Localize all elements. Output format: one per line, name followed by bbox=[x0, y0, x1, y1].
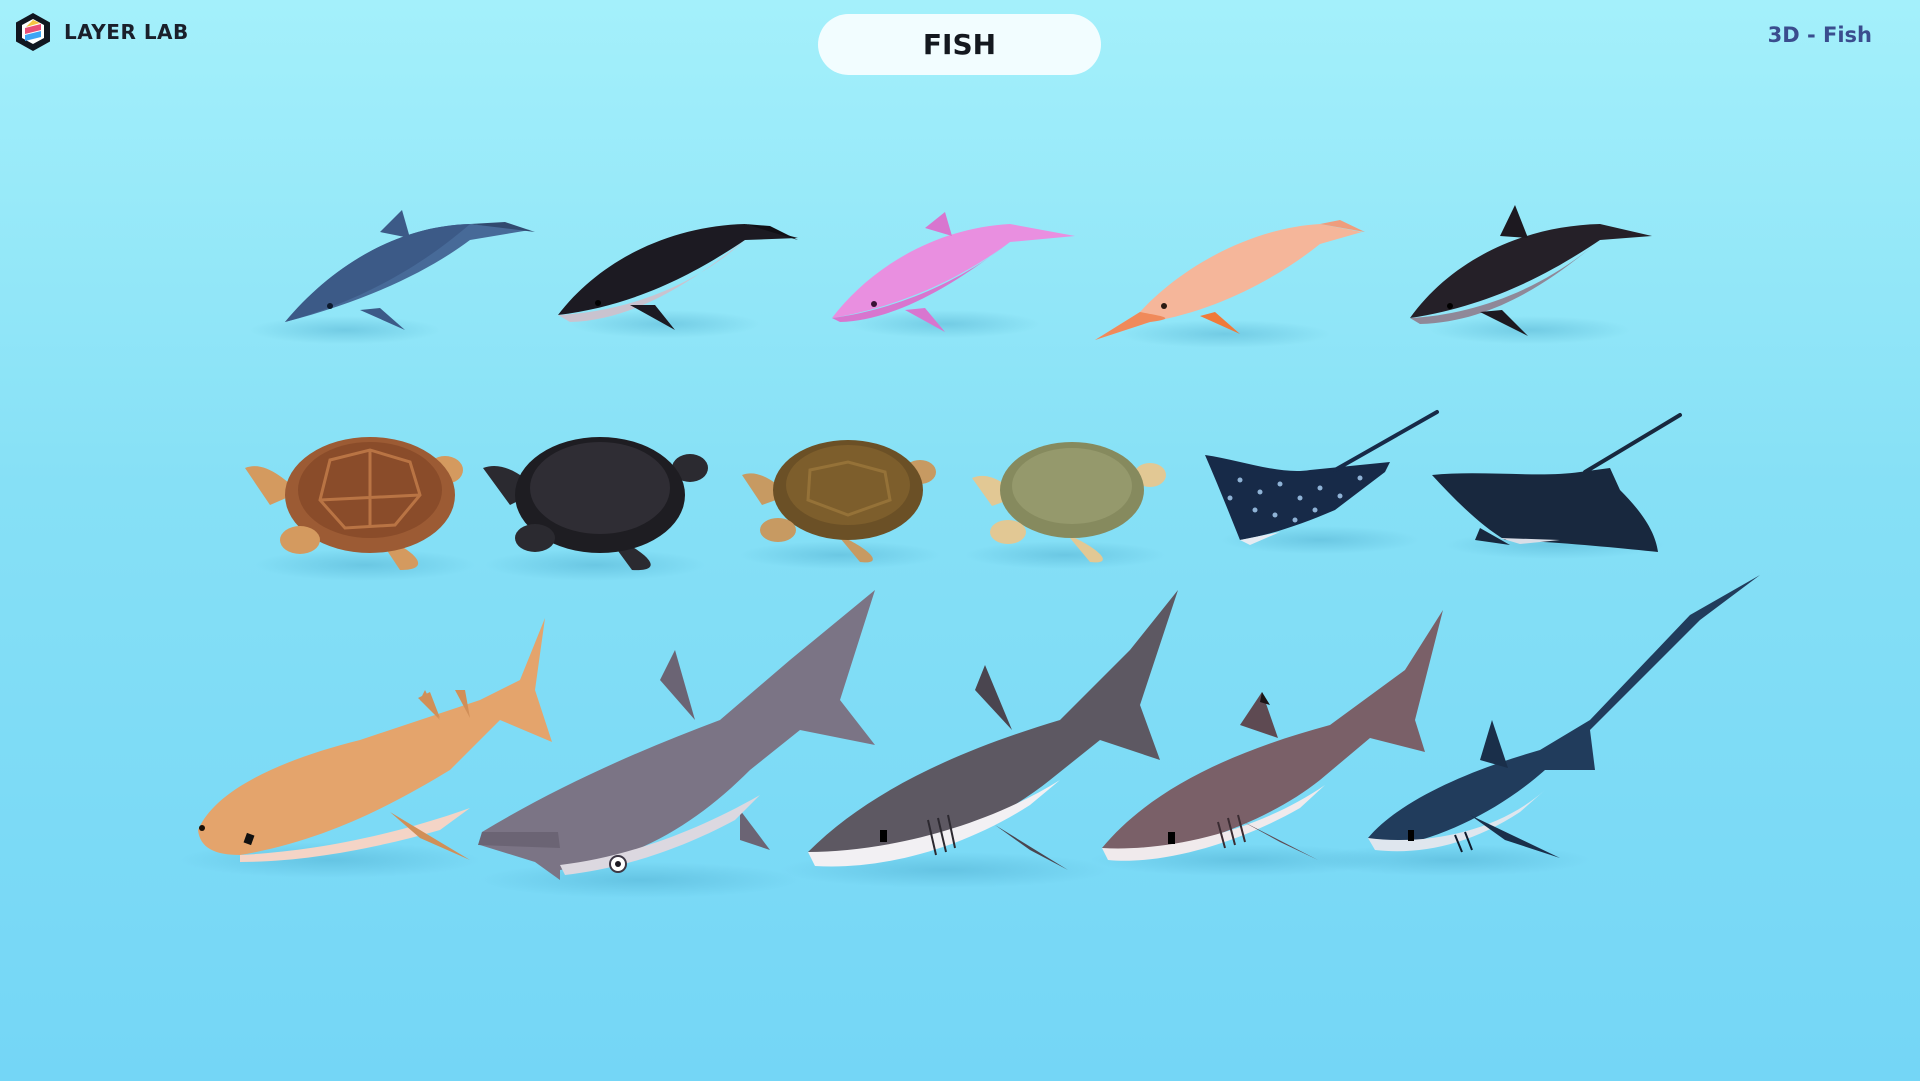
eagle-ray-spotted-icon bbox=[1205, 410, 1439, 554]
turtle-black-icon bbox=[483, 437, 708, 581]
dolphin-pink-icon bbox=[832, 212, 1075, 338]
turtle-brown-icon bbox=[245, 437, 475, 581]
turtle-pale-green-icon bbox=[965, 442, 1166, 569]
turtle-olive-icon bbox=[740, 440, 940, 569]
stingray-dark-icon bbox=[1432, 413, 1682, 559]
dolphin-blue-icon bbox=[250, 210, 535, 344]
dolphin-dark-icon bbox=[1410, 205, 1652, 344]
dolphin-black-white-icon bbox=[558, 224, 798, 338]
dolphin-peach-icon bbox=[1095, 220, 1365, 348]
fish-model-showcase bbox=[180, 205, 1760, 898]
